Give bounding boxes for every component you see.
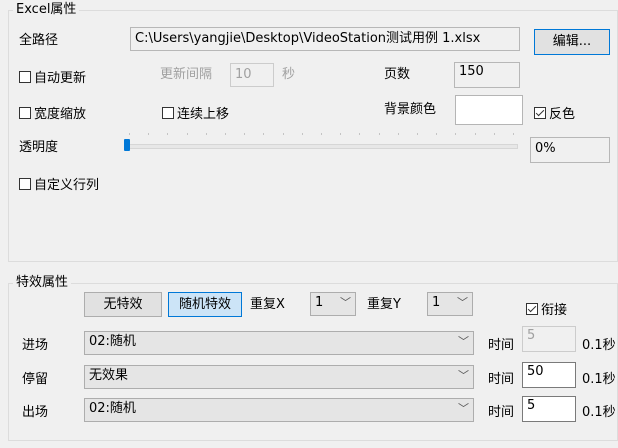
chevron-down-icon: ﹀	[340, 296, 351, 309]
exit-effect-value: 02:随机	[89, 401, 136, 416]
slider-tick	[474, 133, 476, 135]
random-effect-button[interactable]: 随机特效	[168, 292, 242, 317]
width-zoom-checkbox[interactable]: 宽度缩放	[19, 103, 86, 122]
auto-update-label: 自动更新	[34, 71, 87, 86]
custom-rowcol-label: 自定义行列	[34, 178, 100, 193]
repeat-y-label: 重复Y	[367, 297, 401, 312]
slider-tick	[321, 133, 322, 135]
custom-rowcol-checkbox[interactable]: 自定义行列	[19, 174, 99, 193]
excel-group-title: Excel属性	[13, 3, 80, 17]
bg-color-swatch[interactable]	[455, 95, 523, 125]
slider-tick	[417, 133, 418, 135]
slider-tick	[513, 133, 514, 135]
slider-tick	[282, 133, 284, 135]
no-effect-button[interactable]: 无特效	[84, 292, 162, 317]
join-checkbox[interactable]: 衔接	[526, 299, 567, 318]
auto-update-box[interactable]	[19, 70, 31, 83]
full-path-label: 全路径	[19, 33, 59, 48]
entry-label: 进场	[22, 338, 49, 353]
width-zoom-label: 宽度缩放	[34, 107, 87, 122]
entry-time-unit: 0.1秒	[582, 338, 616, 353]
auto-update-checkbox[interactable]: 自动更新	[19, 67, 86, 86]
join-label: 衔接	[541, 303, 568, 318]
slider-tick	[436, 133, 438, 135]
entry-time-field[interactable]: 5	[522, 326, 576, 352]
full-path-field[interactable]: C:\Users\yangjie\Desktop\VideoStation测试用…	[130, 27, 520, 51]
chevron-down-icon: ﹀	[458, 369, 469, 382]
slider-tick	[378, 133, 380, 135]
invert-box[interactable]	[534, 106, 546, 119]
effects-group-title: 特效属性	[13, 276, 72, 290]
entry-time-label: 时间	[488, 338, 515, 353]
edit-button[interactable]: 编辑...	[534, 29, 610, 55]
exit-label: 出场	[22, 405, 49, 420]
pages-label: 页数	[384, 67, 411, 82]
stay-effect-value: 无效果	[89, 368, 129, 383]
opacity-slider-thumb[interactable]	[124, 139, 130, 151]
width-zoom-box[interactable]	[19, 106, 31, 119]
slider-tick	[205, 133, 207, 135]
exit-effect-select[interactable]: 02:随机 ﹀	[84, 398, 474, 422]
opacity-slider-track[interactable]	[126, 144, 518, 149]
repeat-x-value: 1	[315, 295, 324, 310]
slider-tick	[129, 133, 130, 135]
exit-time-label: 时间	[488, 405, 515, 420]
continuous-up-label: 连续上移	[177, 107, 230, 122]
opacity-value-field[interactable]: 0%	[530, 137, 610, 163]
chevron-down-icon: ﹀	[458, 402, 469, 415]
slider-tick	[301, 133, 303, 135]
entry-effect-select[interactable]: 02:随机 ﹀	[84, 331, 474, 355]
slider-tick	[359, 133, 361, 135]
chevron-down-icon: ﹀	[458, 335, 469, 348]
repeat-y-value: 1	[432, 295, 441, 310]
stay-time-unit: 0.1秒	[582, 372, 616, 387]
chevron-down-icon: ﹀	[457, 296, 468, 309]
exit-time-unit: 0.1秒	[582, 405, 616, 420]
slider-tick	[167, 133, 169, 135]
slider-tick	[263, 133, 265, 135]
stay-time-label: 时间	[488, 372, 515, 387]
slider-tick	[340, 133, 342, 135]
repeat-x-label: 重复X	[250, 297, 285, 312]
slider-tick	[493, 133, 495, 135]
update-interval-field[interactable]: 10	[230, 63, 274, 87]
continuous-up-checkbox[interactable]: 连续上移	[162, 103, 229, 122]
update-interval-unit: 秒	[282, 67, 296, 82]
slider-tick	[148, 133, 150, 135]
slider-tick	[225, 133, 226, 135]
bg-color-label: 背景颜色	[384, 102, 437, 117]
repeat-x-select[interactable]: 1 ﹀	[310, 292, 356, 316]
slider-tick	[455, 133, 457, 135]
continuous-up-box[interactable]	[162, 106, 174, 119]
slider-tick	[244, 133, 246, 135]
stay-effect-select[interactable]: 无效果 ﹀	[84, 365, 474, 389]
stay-label: 停留	[22, 372, 49, 387]
invert-label: 反色	[549, 107, 576, 122]
stay-time-field[interactable]: 50	[522, 362, 576, 388]
join-box[interactable]	[526, 302, 538, 315]
repeat-y-select[interactable]: 1 ﹀	[427, 292, 473, 316]
pages-field[interactable]: 150	[454, 62, 520, 88]
entry-effect-value: 02:随机	[89, 334, 136, 349]
update-interval-label: 更新间隔	[160, 67, 213, 82]
opacity-label: 透明度	[19, 140, 59, 155]
slider-tick	[186, 133, 188, 135]
custom-rowcol-box[interactable]	[19, 177, 31, 190]
exit-time-field[interactable]: 5	[522, 396, 576, 422]
slider-tick	[397, 133, 399, 135]
invert-checkbox[interactable]: 反色	[534, 103, 575, 122]
